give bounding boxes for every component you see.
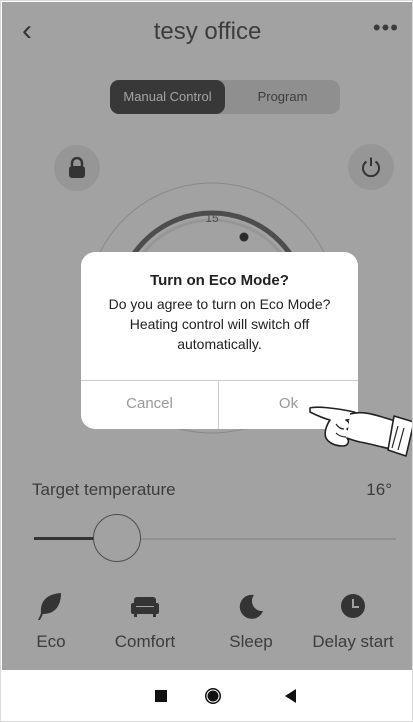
system-navigation-bar bbox=[2, 670, 412, 721]
triangle-back-icon bbox=[285, 689, 296, 703]
square-icon bbox=[155, 690, 167, 702]
circle-icon bbox=[205, 688, 221, 704]
pointing-hand-icon bbox=[309, 406, 412, 457]
phone-frame: ‹ tesy office ••• Manual Control Program bbox=[0, 0, 413, 722]
back-nav-button[interactable] bbox=[278, 684, 302, 708]
app-screen: ‹ tesy office ••• Manual Control Program bbox=[2, 2, 412, 670]
dialog-message: Do you agree to turn on Eco Mode? Heatin… bbox=[108, 296, 331, 352]
dialog-title: Turn on Eco Mode? bbox=[150, 272, 289, 289]
recents-button[interactable] bbox=[149, 684, 173, 708]
cancel-button[interactable]: Cancel bbox=[81, 381, 218, 429]
home-button[interactable] bbox=[201, 684, 225, 708]
